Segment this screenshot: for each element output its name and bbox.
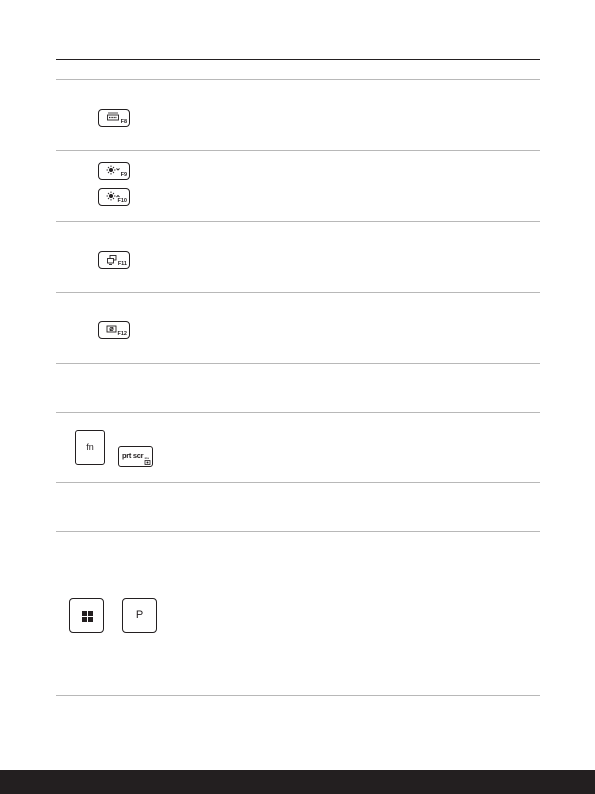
p-key-label: P (135, 609, 144, 621)
f9-label: F9 (120, 171, 127, 178)
row-divider (56, 221, 540, 222)
row-divider (56, 695, 540, 696)
f11-key: F11 (98, 251, 130, 269)
row-divider (56, 482, 540, 483)
f11-label: F11 (117, 260, 127, 267)
f8-label: F8 (120, 118, 127, 125)
p-key: P (122, 598, 157, 633)
row-divider (56, 363, 540, 364)
windows-logo-icon (82, 611, 93, 622)
table-top-rule (56, 59, 540, 61)
row-divider (56, 292, 540, 293)
row-divider (56, 79, 540, 80)
row-divider (56, 412, 540, 413)
fn-key-label: fn (86, 442, 94, 452)
f12-label: F12 (117, 330, 127, 337)
prtscr-key: prt scr ins (118, 446, 153, 467)
f9-key: F9 (98, 162, 130, 180)
row-divider (56, 150, 540, 151)
f8-key: F8 (98, 109, 130, 127)
windows-key (69, 598, 104, 633)
row-divider (56, 531, 540, 532)
f10-key: F10 (98, 188, 130, 206)
f10-label: F10 (117, 197, 127, 204)
footer-bar (0, 770, 595, 794)
fn-key: fn (75, 430, 105, 465)
screenshot-icon (144, 460, 151, 465)
f12-key: F12 (98, 321, 130, 339)
